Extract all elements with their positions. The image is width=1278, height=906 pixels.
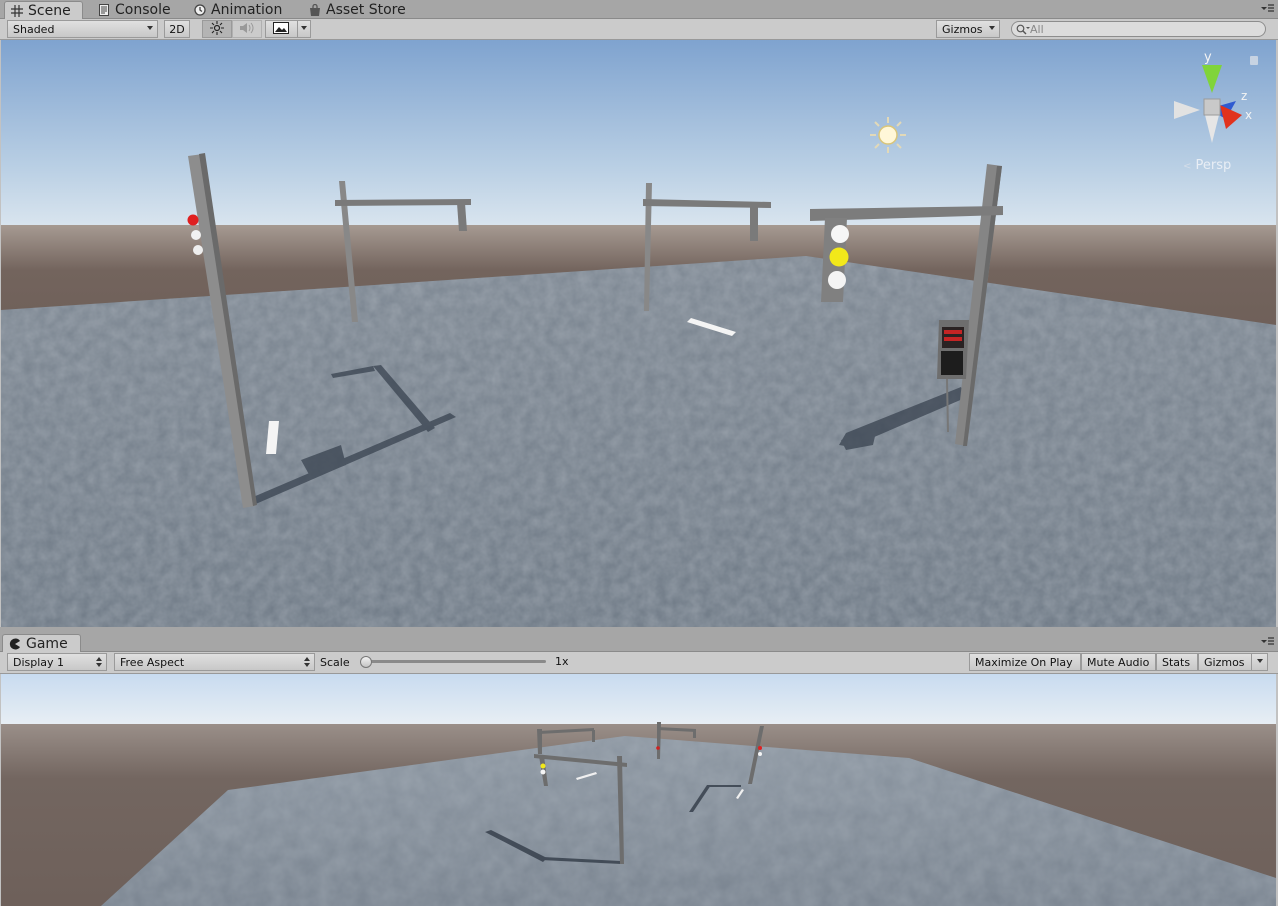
game-render	[1, 674, 1276, 906]
tab-asset-store-label: Asset Store	[326, 2, 406, 18]
gizmo-axis-z-label: z	[1241, 89, 1248, 103]
2d-toggle-label: 2D	[169, 22, 185, 36]
chevron-down-icon	[1257, 659, 1263, 663]
scene-tab-bar: Scene Console Animation Asset Store	[0, 0, 1278, 19]
lock-icon[interactable]	[1250, 56, 1258, 65]
tab-asset-store[interactable]: Asset Store	[303, 1, 412, 19]
chevron-down-icon	[989, 26, 995, 30]
game-tab-bar: Game	[0, 633, 1278, 652]
gizmo-axis-x-label: x	[1245, 108, 1253, 122]
stats-toggle[interactable]: Stats	[1156, 653, 1198, 671]
hierarchy-search-input[interactable]: All	[1011, 21, 1266, 37]
aspect-label: Free Aspect	[120, 655, 185, 669]
chevron-left-icon: <	[1183, 161, 1192, 172]
console-icon	[98, 4, 110, 16]
game-toolbar: Display 1 Free Aspect Scale 1x Maximize …	[0, 652, 1278, 674]
scene-effects-dropdown[interactable]	[265, 20, 311, 38]
chevron-down-icon	[301, 26, 307, 30]
maximize-on-play-toggle[interactable]: Maximize On Play	[969, 653, 1081, 671]
tab-game-label: Game	[26, 635, 68, 652]
2d-toggle-button[interactable]: 2D	[164, 20, 190, 38]
mute-audio-label: Mute Audio	[1087, 655, 1150, 669]
pacman-icon	[9, 638, 21, 650]
sun-icon	[210, 20, 224, 38]
traffic-light-yellow	[540, 763, 546, 769]
search-icon	[1016, 24, 1030, 35]
game-viewport[interactable]	[1, 674, 1276, 906]
search-placeholder: All	[1030, 22, 1044, 36]
traffic-light-white	[758, 752, 762, 756]
image-icon	[273, 21, 289, 37]
shopping-bag-icon	[309, 4, 321, 16]
scene-gizmos-dropdown[interactable]: Gizmos	[936, 20, 1000, 38]
scene-lighting-toggle[interactable]	[202, 20, 232, 38]
scale-value: 1x	[555, 655, 569, 668]
scene-audio-toggle[interactable]	[232, 20, 262, 38]
scale-slider-thumb[interactable]	[360, 656, 372, 668]
game-gizmos-label: Gizmos	[1204, 655, 1245, 669]
traffic-light-white	[540, 769, 546, 775]
tab-animation-label: Animation	[211, 2, 283, 18]
display-dropdown[interactable]: Display 1	[7, 653, 107, 671]
grid-icon	[11, 4, 23, 17]
display-label: Display 1	[13, 655, 65, 669]
game-gizmos-dropdown[interactable]: Gizmos	[1198, 653, 1268, 671]
gizmo-axis-y-label: y	[1204, 50, 1212, 65]
stats-label: Stats	[1162, 655, 1191, 669]
up-down-icon	[304, 657, 310, 667]
tab-game[interactable]: Game	[2, 634, 81, 652]
animation-clock-icon	[194, 4, 206, 16]
asphalt-texture	[1, 256, 1276, 627]
effects-divider	[297, 21, 298, 37]
panel-menu-icon[interactable]	[1260, 635, 1274, 647]
tab-console-label: Console	[115, 2, 171, 18]
scale-control: Scale 1x	[315, 653, 585, 671]
speaker-icon	[239, 21, 255, 38]
panel-menu-icon[interactable]	[1260, 2, 1274, 14]
tab-console[interactable]: Console	[92, 1, 177, 19]
projection-label: Persp	[1195, 158, 1232, 173]
tab-scene-label: Scene	[28, 2, 71, 19]
tab-animation[interactable]: Animation	[188, 1, 288, 19]
mute-audio-toggle[interactable]: Mute Audio	[1081, 653, 1156, 671]
draw-mode-dropdown[interactable]: Shaded	[7, 20, 158, 38]
scale-slider-track[interactable]	[366, 660, 546, 663]
projection-toggle[interactable]: < Persp	[1183, 158, 1231, 173]
directional-light-icon	[870, 117, 906, 153]
draw-mode-label: Shaded	[13, 22, 55, 36]
up-down-icon	[96, 657, 102, 667]
scene-render	[1, 40, 1276, 627]
maximize-on-play-label: Maximize On Play	[975, 655, 1073, 669]
scene-gizmos-label: Gizmos	[942, 22, 983, 36]
traffic-light-red	[758, 746, 762, 750]
scene-toolbar: Shaded 2D Gizmos All	[0, 19, 1278, 40]
scene-viewport[interactable]: y z x < Persp	[1, 40, 1276, 627]
scale-label: Scale	[320, 655, 350, 669]
tab-scene[interactable]: Scene	[4, 1, 83, 19]
aspect-dropdown[interactable]: Free Aspect	[114, 653, 315, 671]
chevron-down-icon	[147, 26, 153, 30]
gizmos-divider	[1251, 654, 1252, 670]
traffic-light-red	[656, 746, 660, 750]
